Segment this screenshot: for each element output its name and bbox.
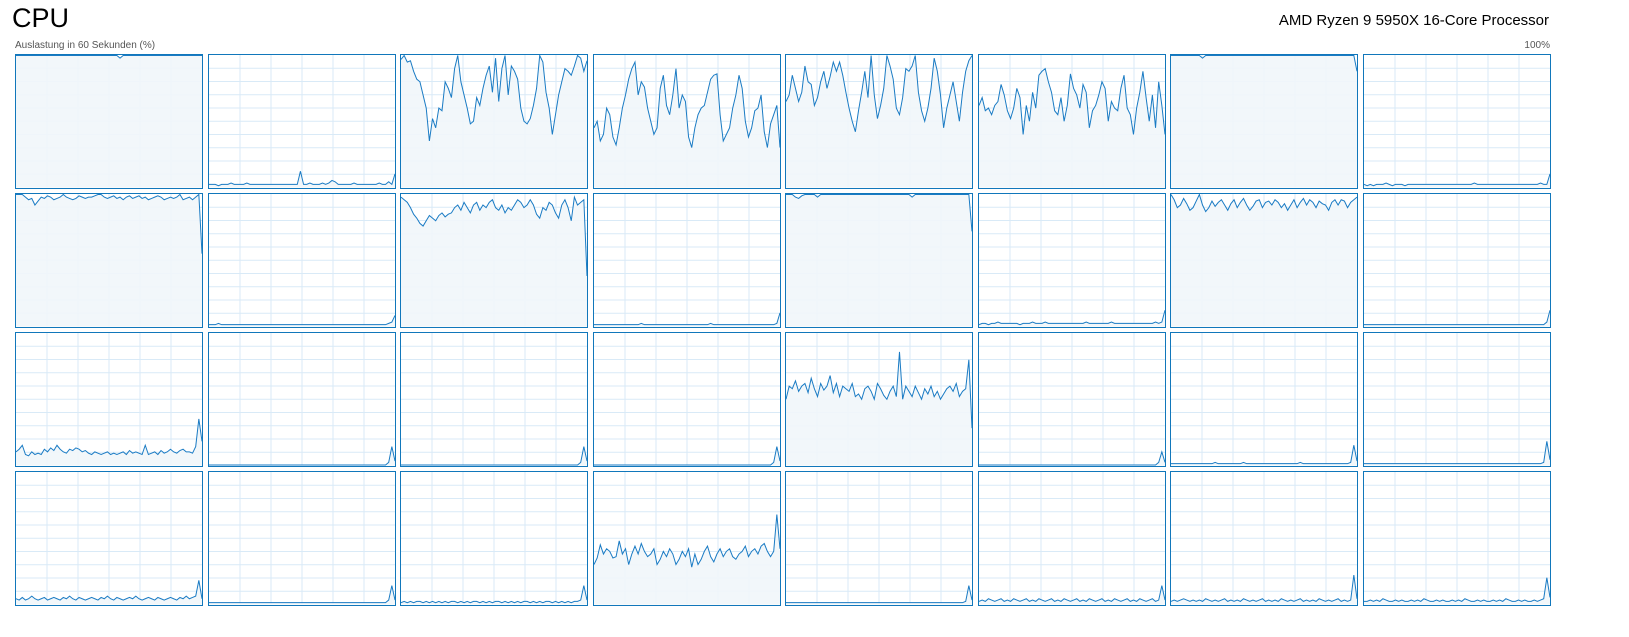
core-graph-plot <box>978 194 1165 327</box>
page-title: CPU <box>12 3 70 33</box>
core-graph[interactable] <box>15 471 203 606</box>
core-graph[interactable] <box>400 471 588 606</box>
core-graph[interactable] <box>207 332 396 467</box>
max-percent-label: 100% <box>1524 40 1550 51</box>
core-graph[interactable] <box>977 54 1166 189</box>
core-graph-plot <box>16 55 202 188</box>
core-graph[interactable] <box>207 471 396 606</box>
core-graph-grid <box>15 54 1551 606</box>
core-graph-plot <box>1171 194 1357 327</box>
core-graph[interactable] <box>1362 193 1551 328</box>
core-graph[interactable] <box>785 332 973 467</box>
utilization-area <box>16 194 202 327</box>
core-graph[interactable] <box>1170 54 1358 189</box>
core-graph[interactable] <box>1362 471 1551 606</box>
core-graph-plot <box>593 55 780 188</box>
core-graph-plot <box>786 472 972 605</box>
core-graph[interactable] <box>400 332 588 467</box>
core-graph[interactable] <box>207 54 396 189</box>
core-graph-plot <box>401 333 587 466</box>
core-graph-plot <box>593 194 780 327</box>
core-graph[interactable] <box>592 54 781 189</box>
core-graph[interactable] <box>785 471 973 606</box>
utilization-area <box>1171 194 1357 327</box>
core-graph[interactable] <box>785 54 973 189</box>
core-graph-plot <box>1363 333 1550 466</box>
core-graph-plot <box>16 333 202 466</box>
core-graph[interactable] <box>400 193 588 328</box>
core-graph-plot <box>978 472 1165 605</box>
core-graph[interactable] <box>15 193 203 328</box>
core-graph-plot <box>1171 472 1357 605</box>
core-graph-plot <box>401 472 587 605</box>
core-graph[interactable] <box>1362 54 1551 189</box>
core-graph[interactable] <box>1362 332 1551 467</box>
core-graph-plot <box>1171 333 1357 466</box>
core-graph-plot <box>786 55 972 188</box>
core-graph-plot <box>1363 55 1550 188</box>
core-graph-plot <box>401 194 587 327</box>
utilization-caption: Auslastung in 60 Sekunden (%) <box>15 40 156 51</box>
core-graph-plot <box>401 55 587 188</box>
core-graph-plot <box>208 472 395 605</box>
utilization-area <box>786 194 972 327</box>
core-graph-plot <box>978 333 1165 466</box>
core-graph[interactable] <box>592 471 781 606</box>
core-graph[interactable] <box>400 54 588 189</box>
core-graph-plot <box>593 333 780 466</box>
core-graph-plot <box>16 472 202 605</box>
core-graph[interactable] <box>977 332 1166 467</box>
core-graph[interactable] <box>785 193 973 328</box>
utilization-area <box>16 55 202 188</box>
core-graph-plot <box>786 333 972 466</box>
core-graph-plot <box>978 55 1165 188</box>
utilization-area <box>978 68 1165 188</box>
processor-name: AMD Ryzen 9 5950X 16-Core Processor <box>1278 12 1549 29</box>
utilization-area <box>1171 55 1357 188</box>
core-graph-plot <box>208 55 395 188</box>
core-graph-plot <box>208 194 395 327</box>
core-graph[interactable] <box>15 54 203 189</box>
core-graph[interactable] <box>977 471 1166 606</box>
cpu-performance-view: CPU AMD Ryzen 9 5950X 16-Core Processor … <box>0 0 1629 637</box>
core-graph-plot <box>1363 194 1550 327</box>
core-graph[interactable] <box>1170 193 1358 328</box>
core-graph[interactable] <box>207 193 396 328</box>
core-graph[interactable] <box>15 332 203 467</box>
core-graph-plot <box>1363 472 1550 605</box>
core-graph[interactable] <box>1170 332 1358 467</box>
core-graph-plot <box>208 333 395 466</box>
core-graph[interactable] <box>592 193 781 328</box>
core-graph-plot <box>1171 55 1357 188</box>
core-graph-plot <box>16 194 202 327</box>
core-graph[interactable] <box>592 332 781 467</box>
core-graph-plot <box>593 472 780 605</box>
core-graph[interactable] <box>1170 471 1358 606</box>
core-graph-plot <box>786 194 972 327</box>
core-graph[interactable] <box>977 193 1166 328</box>
